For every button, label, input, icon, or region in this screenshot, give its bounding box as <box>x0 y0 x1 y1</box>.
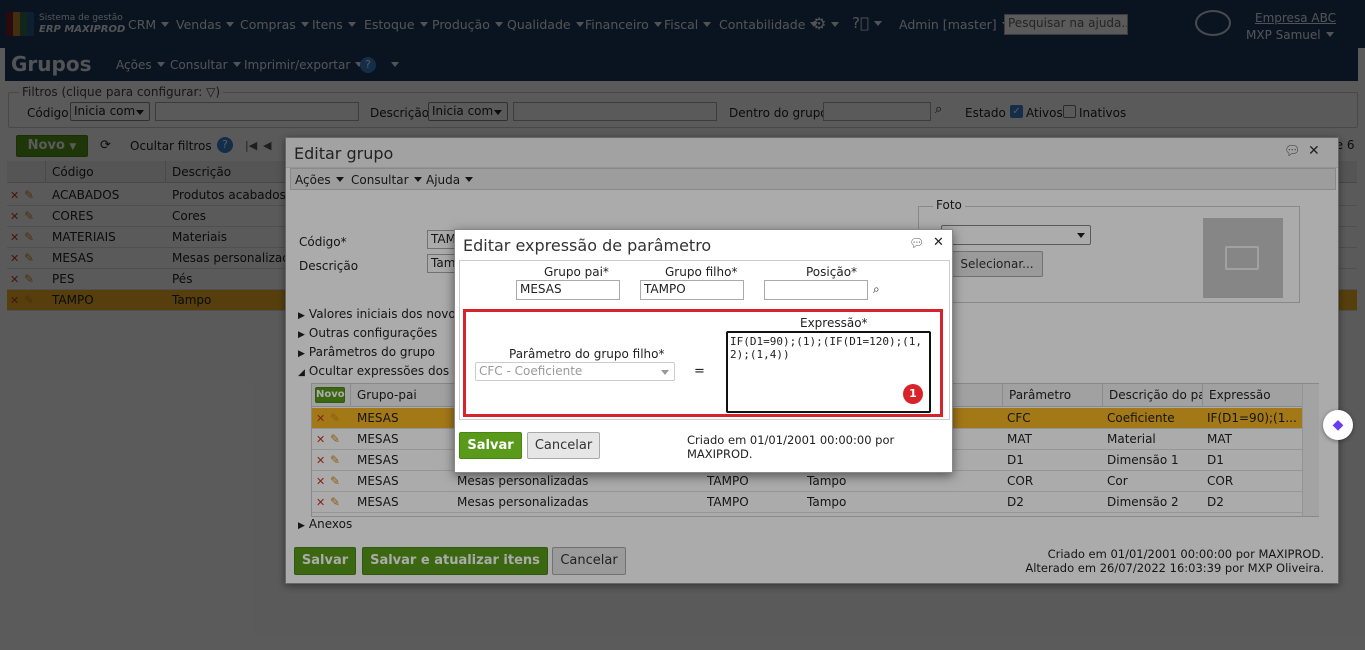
equals-sign: = <box>694 364 705 379</box>
grupo-filho-label: Grupo filho* <box>665 265 738 279</box>
posicao-search-icon[interactable]: ⌕ <box>873 282 880 297</box>
param-filho-label: Parâmetro do grupo filho* <box>509 347 665 361</box>
grupo-pai-input[interactable]: MESAS <box>516 280 620 300</box>
expression-dialog-title: Editar expressão de parâmetro <box>463 236 712 255</box>
edit-expression-dialog: Editar expressão de parâmetro 💬︎ ✕ Grupo… <box>454 229 953 473</box>
param-filho-select[interactable]: CFC - Coeficiente <box>475 362 675 381</box>
expr-cancelar-button[interactable]: Cancelar <box>527 432 600 459</box>
posicao-label: Posição* <box>806 265 858 279</box>
expressao-textarea[interactable]: IF(D1=90);(1);(IF(D1=120);(1,2);(1,4)) <box>726 331 931 413</box>
expressao-label: Expressão* <box>800 316 868 330</box>
grupo-pai-label: Grupo pai* <box>544 265 609 279</box>
grupo-filho-input[interactable]: TAMPO <box>640 280 744 300</box>
step-badge: 1 <box>903 384 923 404</box>
assistant-float-icon[interactable]: ◆ <box>1323 410 1353 440</box>
expr-comment-icon[interactable]: 💬︎ <box>909 236 924 250</box>
expr-salvar-button[interactable]: Salvar <box>459 432 522 459</box>
expression-highlight-box: Parâmetro do grupo filho* CFC - Coeficie… <box>463 309 943 417</box>
expr-close-icon[interactable]: ✕ <box>933 235 944 250</box>
posicao-input[interactable] <box>764 280 868 300</box>
expr-audit-info: Criado em 01/01/2001 00:00:00 por MAXIPR… <box>687 433 895 461</box>
